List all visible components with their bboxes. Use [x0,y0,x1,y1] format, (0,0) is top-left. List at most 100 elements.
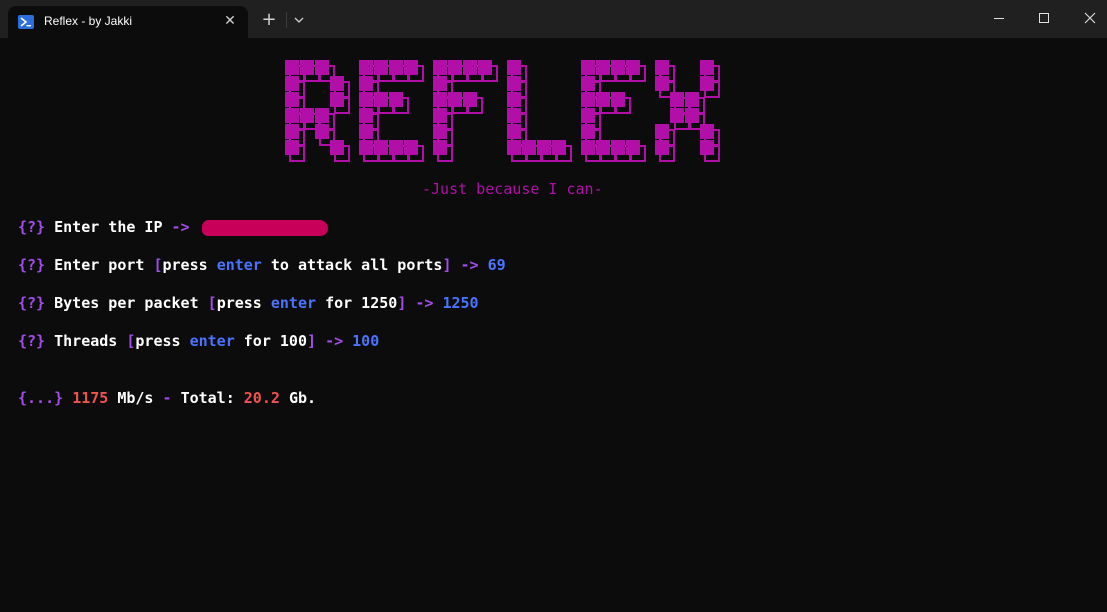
logo-block [700,140,714,155]
window-close-icon [1084,12,1096,24]
prompt-label: Enter port [54,256,145,274]
logo-block [359,124,373,139]
logo-block [581,92,595,107]
logo-block [285,76,299,91]
prompt-label: Bytes per packet [54,294,199,312]
logo-block [433,76,447,91]
hint-enter: enter [189,332,235,350]
status-line: {...} 1175 Mb/s - Total: 20.2 Gb. [18,388,316,408]
logo-block [655,76,669,91]
logo-block [596,140,610,155]
window-close-button[interactable] [1061,0,1107,38]
new-tab-button[interactable]: + [258,9,280,31]
status-marker: {...} [18,389,64,407]
prompt-ip: {?} Enter the IP -> [18,217,328,237]
logo-block [700,124,714,139]
terminal-tab[interactable]: Reflex - by Jakki ✕ [8,6,248,38]
minimize-button[interactable] [975,0,1021,38]
status-dash: - [162,389,172,407]
logo-block [700,76,714,91]
logo-block [359,60,373,75]
logo-block [655,60,669,75]
prompt-label: Enter the IP [54,218,163,236]
logo-block [655,124,669,139]
prompt-arrow: -> [415,294,434,312]
logo-block [374,140,388,155]
logo-block [507,108,521,123]
logo-block [433,92,447,107]
hint-bracket-open: [ [153,256,163,274]
logo-block [330,140,344,155]
logo-block [285,108,299,123]
redacted-ip-value [201,219,328,236]
logo-block [285,124,299,139]
logo-block [285,60,299,75]
logo-block [433,108,447,123]
prompt-marker: {?} [18,294,46,312]
logo-block [522,140,536,155]
logo-block [670,108,684,123]
hint-bracket-open: [ [207,294,217,312]
logo-block [374,92,388,107]
logo-block [389,140,403,155]
logo-block [359,140,373,155]
hint-press: press [135,332,181,350]
prompt-threads: {?} Threads [press enter for 100] -> 100 [18,331,379,351]
total-value: 20.2 [243,389,280,407]
logo-block [596,92,610,107]
rate-value: 1175 [72,389,109,407]
logo-block [433,60,447,75]
prompt-marker: {?} [18,218,46,236]
logo-block [463,92,477,107]
logo-block [581,108,595,123]
logo-block [581,60,595,75]
hint-enter: enter [216,256,262,274]
prompt-arrow: -> [460,256,479,274]
hint-bracket-close: ] [442,256,452,274]
divider [286,12,287,28]
tab-dropdown-button[interactable] [290,9,308,31]
title-bar: Reflex - by Jakki ✕ + [0,0,1107,38]
banner-tagline: -Just because I can- [422,180,603,198]
prompt-bytes: {?} Bytes per packet [press enter for 12… [18,293,479,313]
logo-block [507,140,521,155]
logo-block [611,60,625,75]
rate-unit: Mb/s [117,389,154,407]
logo-block [537,140,551,155]
hint-press: press [216,294,262,312]
logo-block [300,108,314,123]
logo-block [433,124,447,139]
logo-block [685,108,699,123]
logo-block [374,60,388,75]
logo-block [448,92,462,107]
logo-block [433,140,447,155]
logo-block [670,92,684,107]
terminal-pane[interactable]: -Just because I can- {?} Enter the IP ->… [0,38,1107,612]
logo-block [626,140,640,155]
tab-title: Reflex - by Jakki [44,14,133,28]
logo-block [685,92,699,107]
logo-block [285,92,299,107]
logo-block [581,76,595,91]
logo-block [552,140,566,155]
logo-block [463,60,477,75]
prompt-arrow: -> [171,218,190,236]
logo-block [359,92,373,107]
reflex-logo [285,60,720,162]
powershell-icon [18,15,34,29]
prompt-port: {?} Enter port [press enter to attack al… [18,255,506,275]
logo-block [448,60,462,75]
prompt-value: 100 [352,332,380,350]
logo-block [389,92,403,107]
logo-block [315,124,329,139]
prompt-label: Threads [54,332,118,350]
close-icon[interactable]: ✕ [222,13,238,29]
logo-block [359,76,373,91]
logo-block [404,140,418,155]
logo-block [330,92,344,107]
prompt-value: 1250 [442,294,479,312]
logo-block [507,76,521,91]
total-label: Total: [180,389,235,407]
hint-rest: to attack all ports [270,256,443,274]
total-unit: Gb. [288,389,317,407]
